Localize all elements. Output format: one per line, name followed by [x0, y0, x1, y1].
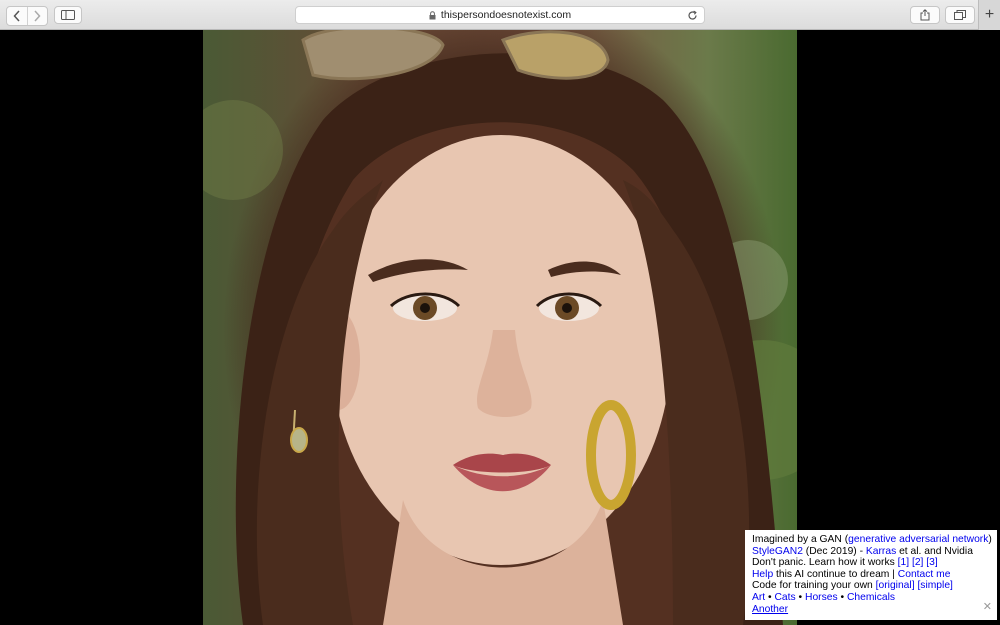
nvidia-text: et al. and Nvidia [896, 545, 973, 557]
reload-icon[interactable] [687, 10, 698, 21]
contact-link[interactable]: Contact me [898, 569, 951, 580]
separator: • [837, 591, 847, 603]
portrait-drawing [203, 30, 797, 625]
sidebar-icon [61, 10, 75, 20]
ref-3-link[interactable]: [3] [926, 557, 937, 568]
info-line-stylegan: StyleGAN2 (Dec 2019) - Karras et al. and… [752, 546, 991, 558]
info-line-another: Another [752, 604, 991, 616]
forward-icon [34, 10, 41, 22]
another-link[interactable]: Another [752, 604, 788, 615]
address-bar[interactable]: thispersondoesnotexist.com [295, 6, 705, 24]
url-text: thispersondoesnotexist.com [440, 9, 572, 21]
stylegan2-link[interactable]: StyleGAN2 [752, 546, 803, 557]
chemicals-link[interactable]: Chemicals [847, 592, 895, 603]
sidebar-button[interactable] [54, 6, 82, 24]
cats-link[interactable]: Cats [775, 592, 796, 603]
nav-buttons [6, 6, 48, 26]
share-button[interactable] [910, 6, 940, 24]
original-code-link[interactable]: [original] [876, 580, 915, 591]
info-line-code: Code for training your own [original] [s… [752, 580, 991, 592]
lock-icon [429, 10, 436, 20]
separator: • [765, 591, 775, 603]
back-button[interactable] [7, 7, 27, 25]
code-text: Code for training your own [752, 580, 876, 592]
ref-1-link[interactable]: [1] [898, 557, 909, 568]
gan-link[interactable]: generative adversarial network [848, 534, 988, 545]
info-line-others: Art • Cats • Horses • Chemicals [752, 592, 991, 604]
browser-toolbar: thispersondoesnotexist.com + [0, 0, 1000, 30]
help-link[interactable]: Help [752, 569, 773, 580]
ref-2-link[interactable]: [2] [912, 557, 923, 568]
new-tab-button[interactable]: + [978, 0, 1000, 30]
gan-text-end: ) [988, 534, 992, 545]
back-icon [13, 10, 20, 22]
help-text: this AI continue to dream | [773, 568, 898, 580]
learn-text: Don't panic. Learn how it works [752, 557, 898, 569]
separator: • [795, 591, 806, 603]
info-panel: Imagined by a GAN (generative adversaria… [745, 530, 997, 620]
info-line-learn: Don't panic. Learn how it works [1] [2] … [752, 557, 991, 569]
tabs-button[interactable] [945, 6, 975, 24]
forward-button[interactable] [26, 7, 48, 25]
simple-code-link[interactable]: [simple] [917, 580, 952, 591]
horses-link[interactable]: Horses [805, 592, 838, 603]
info-line-gan: Imagined by a GAN (generative adversaria… [752, 534, 992, 546]
karras-link[interactable]: Karras [866, 546, 896, 557]
tabs-icon [954, 10, 966, 20]
plus-icon: + [984, 6, 995, 23]
generated-face-image [203, 30, 797, 625]
close-icon[interactable]: ✕ [983, 602, 992, 614]
stylegan-date-text: (Dec 2019) - [802, 545, 866, 557]
gan-text: Imagined by a GAN ( [752, 534, 849, 545]
art-link[interactable]: Art [752, 592, 765, 603]
share-icon [920, 9, 930, 21]
info-line-help: Help this AI continue to dream | Contact… [752, 569, 991, 581]
